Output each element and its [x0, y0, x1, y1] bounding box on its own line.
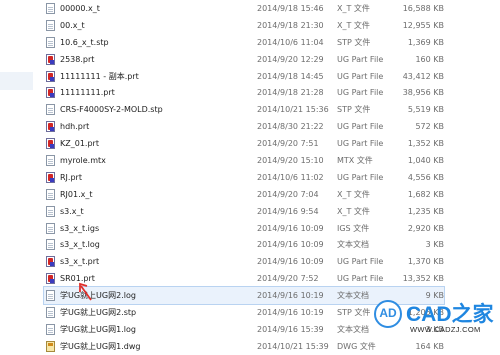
watermark-url: WWW.CADZJ.COM: [410, 325, 481, 334]
file-name: 学UG就上UG网1.dwg: [60, 341, 141, 351]
watermark-brand: CAD之家: [406, 303, 494, 326]
file-size: 164 KB: [415, 341, 444, 351]
cad-logo-icon: AD: [374, 300, 402, 328]
file-date: 2014/10/21 15:39: [257, 341, 329, 351]
dwg-file-icon: [46, 340, 55, 352]
red-arrow-annotation: [79, 282, 92, 301]
watermark: AD CAD之家 WWW.CADZJ.COM: [372, 296, 500, 340]
file-row[interactable]: 学UG就上UG网1.dwg 2014/10/21 15:39 DWG 文件 164 K…: [44, 338, 444, 355]
file-type: DWG 文件: [337, 341, 376, 351]
